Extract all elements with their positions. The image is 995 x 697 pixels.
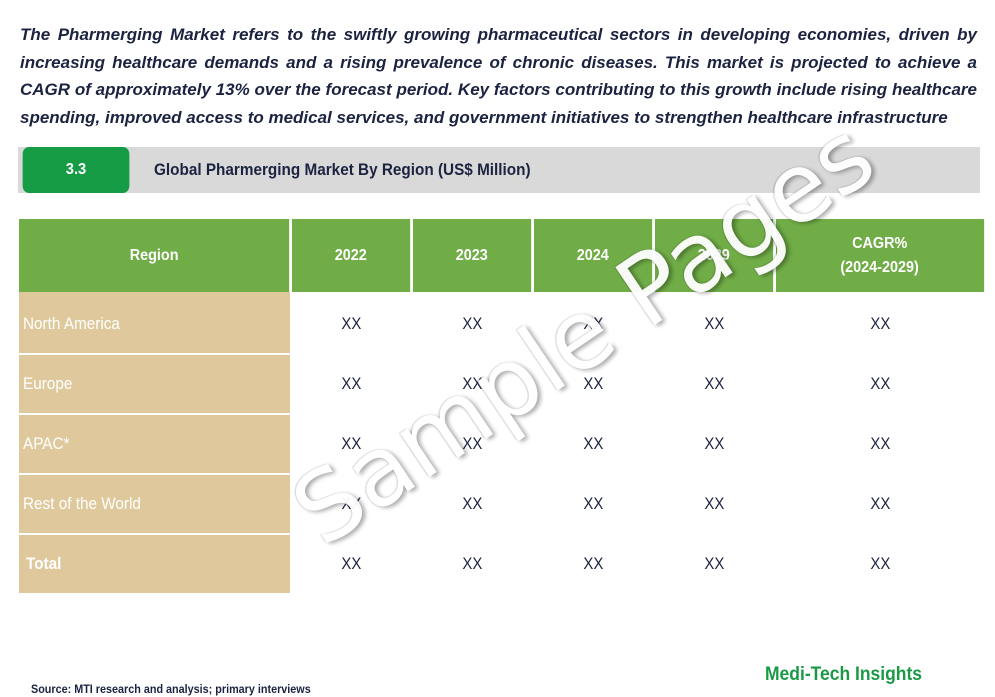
value-cell: XX	[413, 415, 532, 475]
value-cell: XX	[655, 292, 774, 355]
value-cell: XX	[292, 292, 411, 355]
value-cell: XX	[655, 475, 774, 535]
value-cell: XX	[655, 415, 774, 475]
section-title-text: Global Pharmerging Market By Region (US$…	[154, 160, 531, 179]
value-cell: XX	[534, 475, 653, 535]
value-cell: XX	[292, 475, 411, 535]
value-cell: XX	[534, 292, 653, 355]
value-cell: XX	[655, 535, 774, 595]
value-cell: XX	[776, 535, 985, 595]
section-number-badge: 3.3	[22, 147, 130, 193]
table-row-total: Total XX XX XX XX XX	[19, 535, 985, 595]
header-2023: 2023	[413, 219, 532, 292]
value-cell: XX	[413, 535, 532, 595]
region-cell-total: Total	[19, 535, 290, 595]
table-row: North America XX XX XX XX XX	[19, 292, 985, 355]
value-cell: XX	[776, 292, 985, 355]
brand-logo-text: Medi-Tech Insights	[765, 664, 923, 685]
section-title: Global Pharmerging Market By Region (US$…	[154, 147, 572, 193]
table-header-row: Region 2022 2023 2024 2029 CAGR% (2024-20…	[19, 219, 985, 292]
header-2024: 2024	[534, 219, 653, 292]
value-cell: XX	[292, 415, 411, 475]
region-cell: Rest of the World	[19, 475, 290, 535]
value-cell: XX	[776, 475, 985, 535]
value-cell: XX	[534, 355, 653, 415]
source-note: Source: MTI research and analysis; prima…	[31, 682, 311, 696]
value-cell: XX	[776, 355, 985, 415]
region-market-table: Region 2022 2023 2024 2029 CAGR% (2024-20…	[17, 219, 987, 595]
value-cell: XX	[534, 415, 653, 475]
value-cell: XX	[655, 355, 774, 415]
header-2029: 2029	[655, 219, 774, 292]
region-cell: Europe	[19, 355, 290, 415]
value-cell: XX	[292, 535, 411, 595]
intro-paragraph: The Pharmerging Market refers to the swi…	[20, 25, 977, 127]
header-region: Region	[19, 219, 290, 292]
table-row: Europe XX XX XX XX XX	[19, 355, 985, 415]
value-cell: XX	[413, 292, 532, 355]
value-cell: XX	[413, 475, 532, 535]
region-cell: APAC*	[19, 415, 290, 475]
value-cell: XX	[534, 535, 653, 595]
header-2022: 2022	[292, 219, 411, 292]
value-cell: XX	[413, 355, 532, 415]
header-cagr: CAGR% (2024-2029)	[776, 219, 985, 292]
table-row: Rest of the World XX XX XX XX XX	[19, 475, 985, 535]
value-cell: XX	[292, 355, 411, 415]
value-cell: XX	[776, 415, 985, 475]
region-cell: North America	[19, 292, 290, 355]
table-row: APAC* XX XX XX XX XX	[19, 415, 985, 475]
section-number: 3.3	[65, 161, 87, 178]
